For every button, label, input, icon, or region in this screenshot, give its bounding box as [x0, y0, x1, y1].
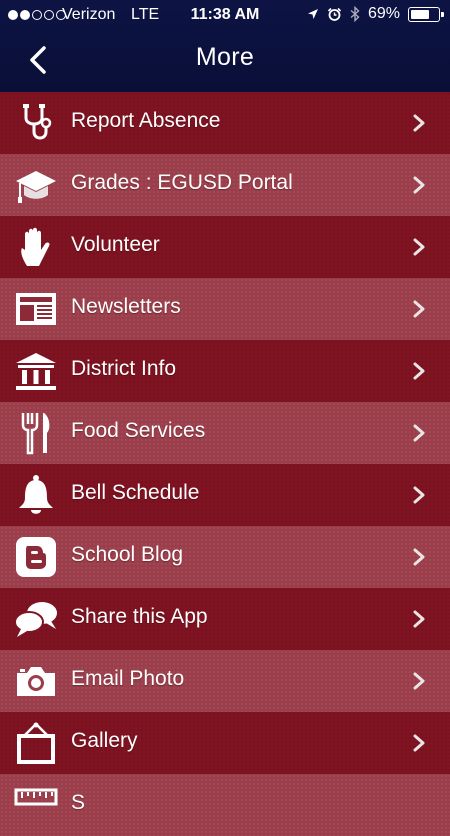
- menu-item-label: Report Absence: [71, 109, 221, 132]
- camera-icon: [13, 660, 59, 702]
- menu-item-gallery[interactable]: Gallery: [0, 712, 450, 774]
- chevron-right-icon: [413, 548, 425, 566]
- menu-item-volunteer[interactable]: Volunteer: [0, 216, 450, 278]
- navigation-bar: Verizon LTE 11:38 AM 69% More: [0, 0, 450, 92]
- menu-item-partial[interactable]: S: [0, 774, 450, 836]
- menu-item-school-blog[interactable]: School Blog: [0, 526, 450, 588]
- menu-item-label: District Info: [71, 357, 177, 380]
- menu-item-label: Grades : EGUSD Portal: [71, 171, 293, 194]
- menu-item-label: Volunteer: [71, 233, 160, 256]
- menu-item-label: Bell Schedule: [71, 481, 200, 504]
- hand-icon: [13, 226, 59, 268]
- alarm-clock-icon: [327, 7, 342, 21]
- ruler-icon: [13, 784, 59, 826]
- chat-bubbles-icon: [13, 598, 59, 640]
- battery-icon: [408, 6, 444, 22]
- menu-item-label: Gallery: [71, 729, 138, 752]
- chevron-right-icon: [413, 672, 425, 690]
- picture-frame-icon: [13, 722, 59, 764]
- menu-item-district-info[interactable]: District Info: [0, 340, 450, 402]
- menu-item-bell-schedule[interactable]: Bell Schedule: [0, 464, 450, 526]
- menu-item-label: Email Photo: [71, 667, 185, 690]
- stethoscope-icon: [13, 102, 59, 144]
- menu-item-share-app[interactable]: Share this App: [0, 588, 450, 650]
- menu-item-report-absence[interactable]: Report Absence: [0, 92, 450, 154]
- menu-list: Report Absence Grades : EGUSD Portal Vol…: [0, 92, 450, 836]
- menu-item-grades[interactable]: Grades : EGUSD Portal: [0, 154, 450, 216]
- menu-item-label: S: [71, 791, 86, 814]
- chevron-right-icon: [413, 176, 425, 194]
- chevron-right-icon: [413, 114, 425, 132]
- bell-icon: [13, 474, 59, 516]
- chevron-right-icon: [413, 238, 425, 256]
- menu-item-label: School Blog: [71, 543, 184, 566]
- chevron-right-icon: [413, 300, 425, 318]
- menu-item-label: Food Services: [71, 419, 206, 442]
- blogger-icon: [13, 536, 59, 578]
- menu-item-newsletters[interactable]: Newsletters: [0, 278, 450, 340]
- battery-percent: 69%: [367, 5, 400, 22]
- menu-item-email-photo[interactable]: Email Photo: [0, 650, 450, 712]
- page-title: More: [195, 43, 255, 71]
- battery-level: [411, 9, 429, 19]
- newspaper-icon: [13, 288, 59, 330]
- location-arrow-icon: [307, 9, 318, 19]
- bluetooth-icon: [350, 6, 360, 22]
- status-bar: Verizon LTE 11:38 AM 69%: [0, 0, 450, 32]
- chevron-right-icon: [413, 734, 425, 752]
- menu-item-label: Share this App: [71, 605, 208, 628]
- bank-icon: [13, 350, 59, 392]
- chevron-right-icon: [413, 486, 425, 504]
- graduation-cap-icon: [13, 164, 59, 206]
- chevron-right-icon: [413, 610, 425, 628]
- chevron-right-icon: [413, 424, 425, 442]
- fork-knife-icon: [13, 412, 59, 455]
- menu-item-label: Newsletters: [71, 295, 181, 318]
- chevron-right-icon: [413, 362, 425, 380]
- menu-item-food-services[interactable]: Food Services: [0, 402, 450, 464]
